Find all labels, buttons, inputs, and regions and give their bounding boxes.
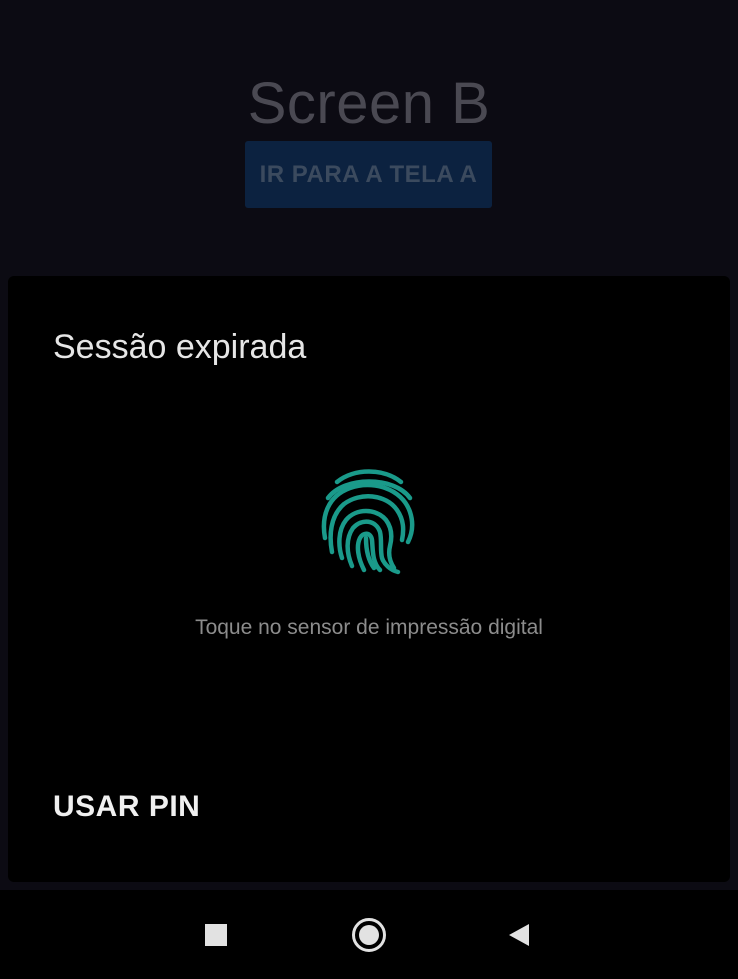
fingerprint-hint: Toque no sensor de impressão digital	[195, 616, 543, 639]
back-icon	[509, 923, 529, 946]
use-pin-button[interactable]: USAR PIN	[53, 790, 200, 824]
phone-screen: Screen B IR PARA A TELA A Sessão expirad…	[0, 0, 738, 979]
recent-apps-icon	[205, 923, 227, 946]
home-button[interactable]	[329, 890, 409, 979]
go-to-screen-a-button: IR PARA A TELA A	[245, 141, 492, 208]
biometric-dialog: Sessão expirada Toque no sensor de impre…	[8, 276, 730, 882]
recent-apps-button[interactable]	[176, 890, 256, 979]
fingerprint-icon[interactable]	[320, 466, 418, 576]
home-icon	[352, 917, 386, 952]
dialog-title: Sessão expirada	[53, 328, 307, 366]
navigation-bar	[0, 890, 738, 979]
back-button[interactable]	[479, 890, 559, 979]
background-screen-title: Screen B	[247, 71, 491, 136]
